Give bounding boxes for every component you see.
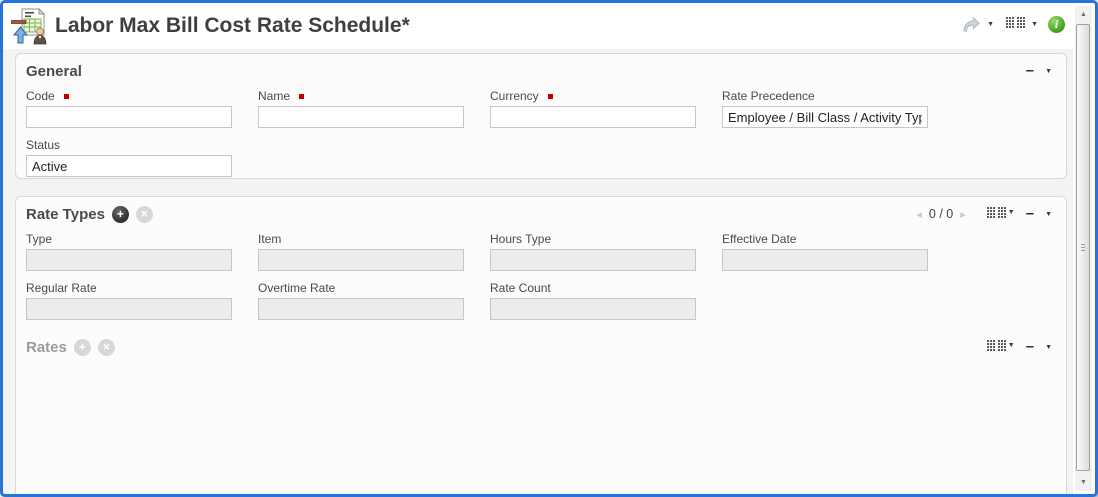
name-field-group: Name: [258, 89, 464, 128]
next-record-icon[interactable]: ▸: [960, 208, 966, 221]
currency-label: Currency: [490, 89, 539, 103]
type-label: Type: [26, 232, 52, 246]
code-input[interactable]: [26, 106, 232, 128]
rate-count-label: Rate Count: [490, 281, 551, 295]
rate-types-delete-button: ✕: [136, 206, 153, 223]
rates-column-caret-icon[interactable]: ▼: [1006, 340, 1017, 351]
effective-date-label: Effective Date: [722, 232, 796, 246]
record-window: Labor Max Bill Cost Rate Schedule* ▼: [0, 0, 1098, 497]
status-input[interactable]: [26, 155, 232, 177]
required-indicator: [548, 94, 553, 99]
general-menu-caret-icon[interactable]: ▼: [1043, 66, 1054, 77]
item-label: Item: [258, 232, 281, 246]
column-grid-icon: [987, 207, 1006, 221]
overtime-rate-label: Overtime Rate: [258, 281, 335, 295]
rate-types-add-button[interactable]: +: [112, 206, 129, 223]
overtime-rate-field-group: Overtime Rate: [258, 281, 464, 320]
rates-add-button: +: [74, 339, 91, 356]
rates-section: Rates + ✕: [16, 330, 1066, 362]
scrollbar-thumb[interactable]: [1076, 24, 1090, 471]
workflow-actions-caret-icon[interactable]: ▼: [985, 19, 996, 30]
rate-precedence-field-group: Rate Precedence: [722, 89, 928, 128]
rate-count-input: [490, 298, 696, 320]
status-field-group: Status: [26, 138, 232, 177]
column-grid-icon: [1006, 17, 1025, 31]
general-collapse-button[interactable]: –: [1026, 65, 1034, 77]
scroll-down-icon[interactable]: ▼: [1075, 475, 1092, 490]
rate-count-field-group: Rate Count: [490, 281, 696, 320]
rate-precedence-label: Rate Precedence: [722, 89, 815, 103]
effective-date-field-group: Effective Date: [722, 232, 928, 271]
name-label: Name: [258, 89, 290, 103]
regular-rate-field-group: Regular Rate: [26, 281, 232, 320]
item-input: [258, 249, 464, 271]
rates-menu-caret-icon[interactable]: ▼: [1043, 342, 1054, 353]
hours-type-field-group: Hours Type: [490, 232, 696, 271]
rate-precedence-input[interactable]: [722, 106, 928, 128]
currency-input[interactable]: [490, 106, 696, 128]
rates-section-title: Rates: [26, 339, 67, 356]
rate-types-menu-caret-icon[interactable]: ▼: [1043, 209, 1054, 220]
header-column-options-button[interactable]: [1006, 17, 1025, 31]
workflow-actions-icon[interactable]: [961, 15, 981, 33]
regular-rate-label: Regular Rate: [26, 281, 97, 295]
titlebar: Labor Max Bill Cost Rate Schedule* ▼: [3, 3, 1073, 49]
type-field-group: Type: [26, 232, 232, 271]
overtime-rate-input: [258, 298, 464, 320]
prev-record-icon[interactable]: ◂: [916, 208, 922, 221]
code-label: Code: [26, 89, 55, 103]
page-title: Labor Max Bill Cost Rate Schedule*: [55, 3, 410, 49]
rate-types-section: Rate Types + ✕ ◂ 0 / 0 ▸: [15, 196, 1067, 497]
hours-type-label: Hours Type: [490, 232, 551, 246]
code-field-group: Code: [26, 89, 232, 128]
rates-column-options-button[interactable]: ▼: [987, 340, 1017, 354]
hours-type-input: [490, 249, 696, 271]
effective-date-input: [722, 249, 928, 271]
rate-types-column-options-button[interactable]: ▼: [987, 207, 1017, 221]
vertical-scrollbar[interactable]: ▲ ▼: [1075, 6, 1092, 491]
content-area: General – ▼ Code Name Currency: [3, 49, 1073, 494]
info-icon[interactable]: i: [1048, 16, 1065, 33]
item-field-group: Item: [258, 232, 464, 271]
rates-delete-button: ✕: [98, 339, 115, 356]
labor-rate-schedule-icon: [11, 7, 49, 45]
rates-collapse-button[interactable]: –: [1026, 341, 1034, 353]
record-counter: 0 / 0: [929, 207, 953, 221]
general-section: General – ▼ Code Name Currency: [15, 53, 1067, 179]
required-indicator: [299, 94, 304, 99]
rate-types-section-title: Rate Types: [26, 206, 105, 223]
header-column-options-caret-icon[interactable]: ▼: [1029, 19, 1040, 30]
name-input[interactable]: [258, 106, 464, 128]
rate-types-column-caret-icon[interactable]: ▼: [1006, 207, 1017, 218]
general-section-title: General: [26, 63, 82, 80]
scroll-up-icon[interactable]: ▲: [1075, 7, 1092, 22]
rate-types-collapse-button[interactable]: –: [1026, 208, 1034, 220]
column-grid-icon: [987, 340, 1006, 354]
type-input: [26, 249, 232, 271]
regular-rate-input: [26, 298, 232, 320]
required-indicator: [64, 94, 69, 99]
status-label: Status: [26, 138, 60, 152]
currency-field-group: Currency: [490, 89, 696, 128]
